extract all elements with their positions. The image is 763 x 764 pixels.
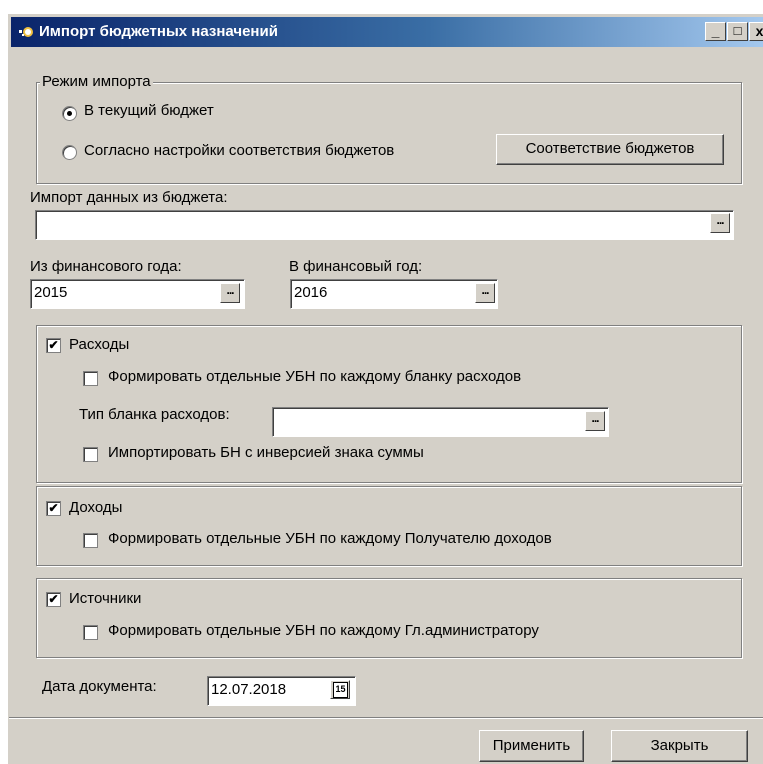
sources-separate-label: Формировать отдельные УБН по каждому Гл.… — [108, 622, 539, 639]
radio-current-budget-label: В текущий бюджет — [84, 102, 214, 119]
inversion-checkbox[interactable] — [83, 447, 98, 462]
from-year-input[interactable]: 2015 — [30, 279, 245, 309]
app-icon — [19, 27, 33, 37]
sources-checkbox[interactable]: ✔ — [46, 592, 61, 607]
dialog-window: Импорт бюджетных назначений _ □ x Режим … — [8, 14, 763, 764]
calendar-icon-day: 15 — [333, 682, 348, 698]
expenses-checkbox[interactable]: ✔ — [46, 338, 61, 353]
sources-group — [36, 578, 742, 658]
radio-mapping[interactable] — [62, 145, 77, 160]
expenses-separate-label: Формировать отдельные УБН по каждому бла… — [108, 368, 522, 385]
source-budget-label: Импорт данных из бюджета: — [30, 189, 228, 206]
close-dialog-button[interactable]: Закрыть — [611, 730, 748, 762]
footer-divider — [9, 717, 763, 719]
income-separate-label: Формировать отдельные УБН по каждому Пол… — [108, 530, 552, 547]
income-group — [36, 486, 742, 566]
to-year-ellipsis-button[interactable]: ... — [475, 283, 495, 303]
blank-type-input[interactable] — [272, 407, 609, 437]
budget-mapping-button[interactable]: Соответствие бюджетов — [496, 134, 724, 165]
from-year-label: Из финансового года: — [30, 258, 182, 275]
income-checkbox[interactable]: ✔ — [46, 501, 61, 516]
window-title: Импорт бюджетных назначений — [39, 23, 278, 40]
source-budget-ellipsis-button[interactable]: ... — [710, 213, 730, 233]
expenses-label: Расходы — [69, 336, 130, 353]
radio-current-budget[interactable] — [62, 106, 77, 121]
sources-separate-checkbox[interactable] — [83, 625, 98, 640]
maximize-button[interactable]: □ — [727, 22, 748, 41]
sources-label: Источники — [69, 590, 142, 607]
calendar-icon[interactable]: 15 — [330, 680, 350, 699]
import-mode-group — [36, 82, 742, 184]
title-bar[interactable]: Импорт бюджетных назначений _ □ x — [11, 17, 763, 47]
apply-button[interactable]: Применить — [479, 730, 584, 762]
blank-type-label: Тип бланка расходов: — [79, 406, 230, 423]
radio-mapping-label: Согласно настройки соответствия бюджетов — [84, 142, 395, 159]
inversion-label: Импортировать БН с инверсией знака суммы — [108, 444, 424, 461]
to-year-label: В финансовый год: — [289, 258, 423, 275]
blank-type-ellipsis-button[interactable]: ... — [585, 411, 605, 431]
minimize-button[interactable]: _ — [705, 22, 726, 41]
source-budget-input[interactable] — [35, 210, 734, 240]
income-separate-checkbox[interactable] — [83, 533, 98, 548]
income-label: Доходы — [69, 499, 123, 516]
import-mode-legend: Режим импорта — [40, 73, 153, 90]
to-year-input[interactable]: 2016 — [290, 279, 498, 309]
close-button[interactable]: x — [749, 22, 763, 41]
from-year-ellipsis-button[interactable]: ... — [220, 283, 240, 303]
doc-date-label: Дата документа: — [42, 678, 157, 695]
expenses-separate-checkbox[interactable] — [83, 371, 98, 386]
